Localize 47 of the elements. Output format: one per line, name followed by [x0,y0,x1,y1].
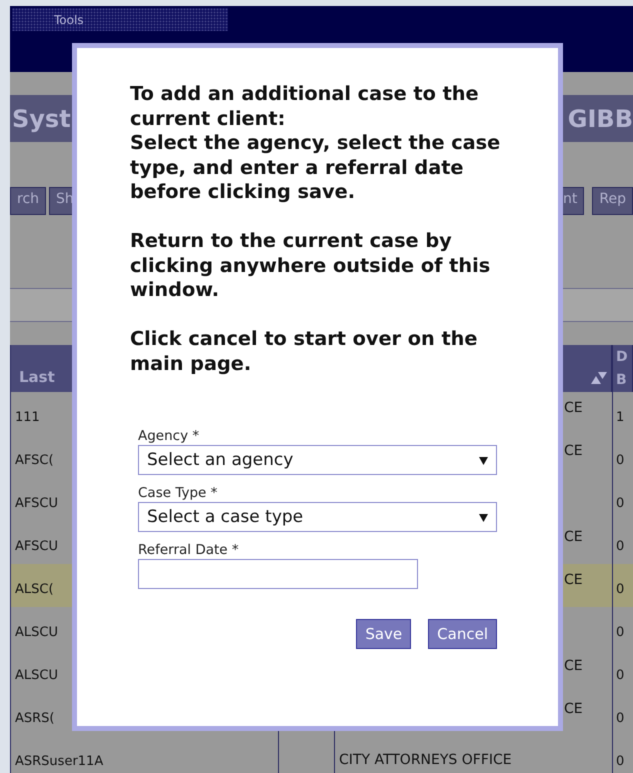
instruction-text: To add an additional case to the current client: [130,82,480,131]
caret-icon [479,456,488,464]
instruction-text: Return to the current case by clicking anywhere outside of this window. [130,229,492,302]
column-header-text: B [616,372,627,388]
table-cell: ALSC( [15,582,54,597]
table-cell: CE [564,443,583,459]
sort-icon[interactable] [591,372,607,384]
table-cell: 0 [616,711,624,726]
table-cell: ASRSuser11A [15,754,104,769]
column-header[interactable]: Last [19,368,55,386]
table-cell: CE [564,658,583,674]
table-cell: AFSCU [15,539,58,554]
menu-item[interactable]: Tools [54,12,84,26]
table-cell: 0 [616,453,624,468]
table-cell: CE [564,701,583,717]
nav-button[interactable]: Rep [592,187,633,215]
table-cell: 0 [616,668,624,683]
table-cell: 0 [616,754,624,769]
field-label: Case Type * [138,485,218,501]
input-field[interactable] [138,559,418,589]
cancel-button[interactable]: Cancel [428,619,497,649]
field-label: Referral Date * [138,542,240,558]
table-cell: CE [564,400,583,416]
table-cell: 0 [616,625,624,640]
save-button[interactable]: Save [356,619,412,649]
instruction-text: Select the agency, select the case type, and enter a referral date before clicking save. [130,131,502,204]
instruction-text: Click cancel to start over on the main page. [130,327,478,376]
table-cell: CE [564,529,583,545]
page-title: GIBB [568,104,633,132]
select-field[interactable]: Select an agency [138,445,497,475]
table-cell: CE [564,572,583,588]
table-cell: ASRS( [15,711,55,726]
page-title: Syst [12,104,71,132]
table-cell: ALSCU [15,625,58,640]
table-cell: AFSCU [15,496,58,511]
field-label: Agency * [138,428,200,444]
table-cell: 1 [616,410,624,425]
table-cell: 0 [616,582,624,597]
table-cell: AFSC( [15,453,54,468]
table-cell: 0 [616,539,624,554]
table-cell: 111 [15,410,40,425]
column-header-text: D [616,349,628,365]
nav-button[interactable]: rch [10,187,46,215]
table-cell: ALSCU [15,668,58,683]
select-field[interactable]: Select a case type [138,502,497,532]
table-cell: CITY ATTORNEYS OFFICE [339,752,512,768]
table-cell: 0 [616,496,624,511]
